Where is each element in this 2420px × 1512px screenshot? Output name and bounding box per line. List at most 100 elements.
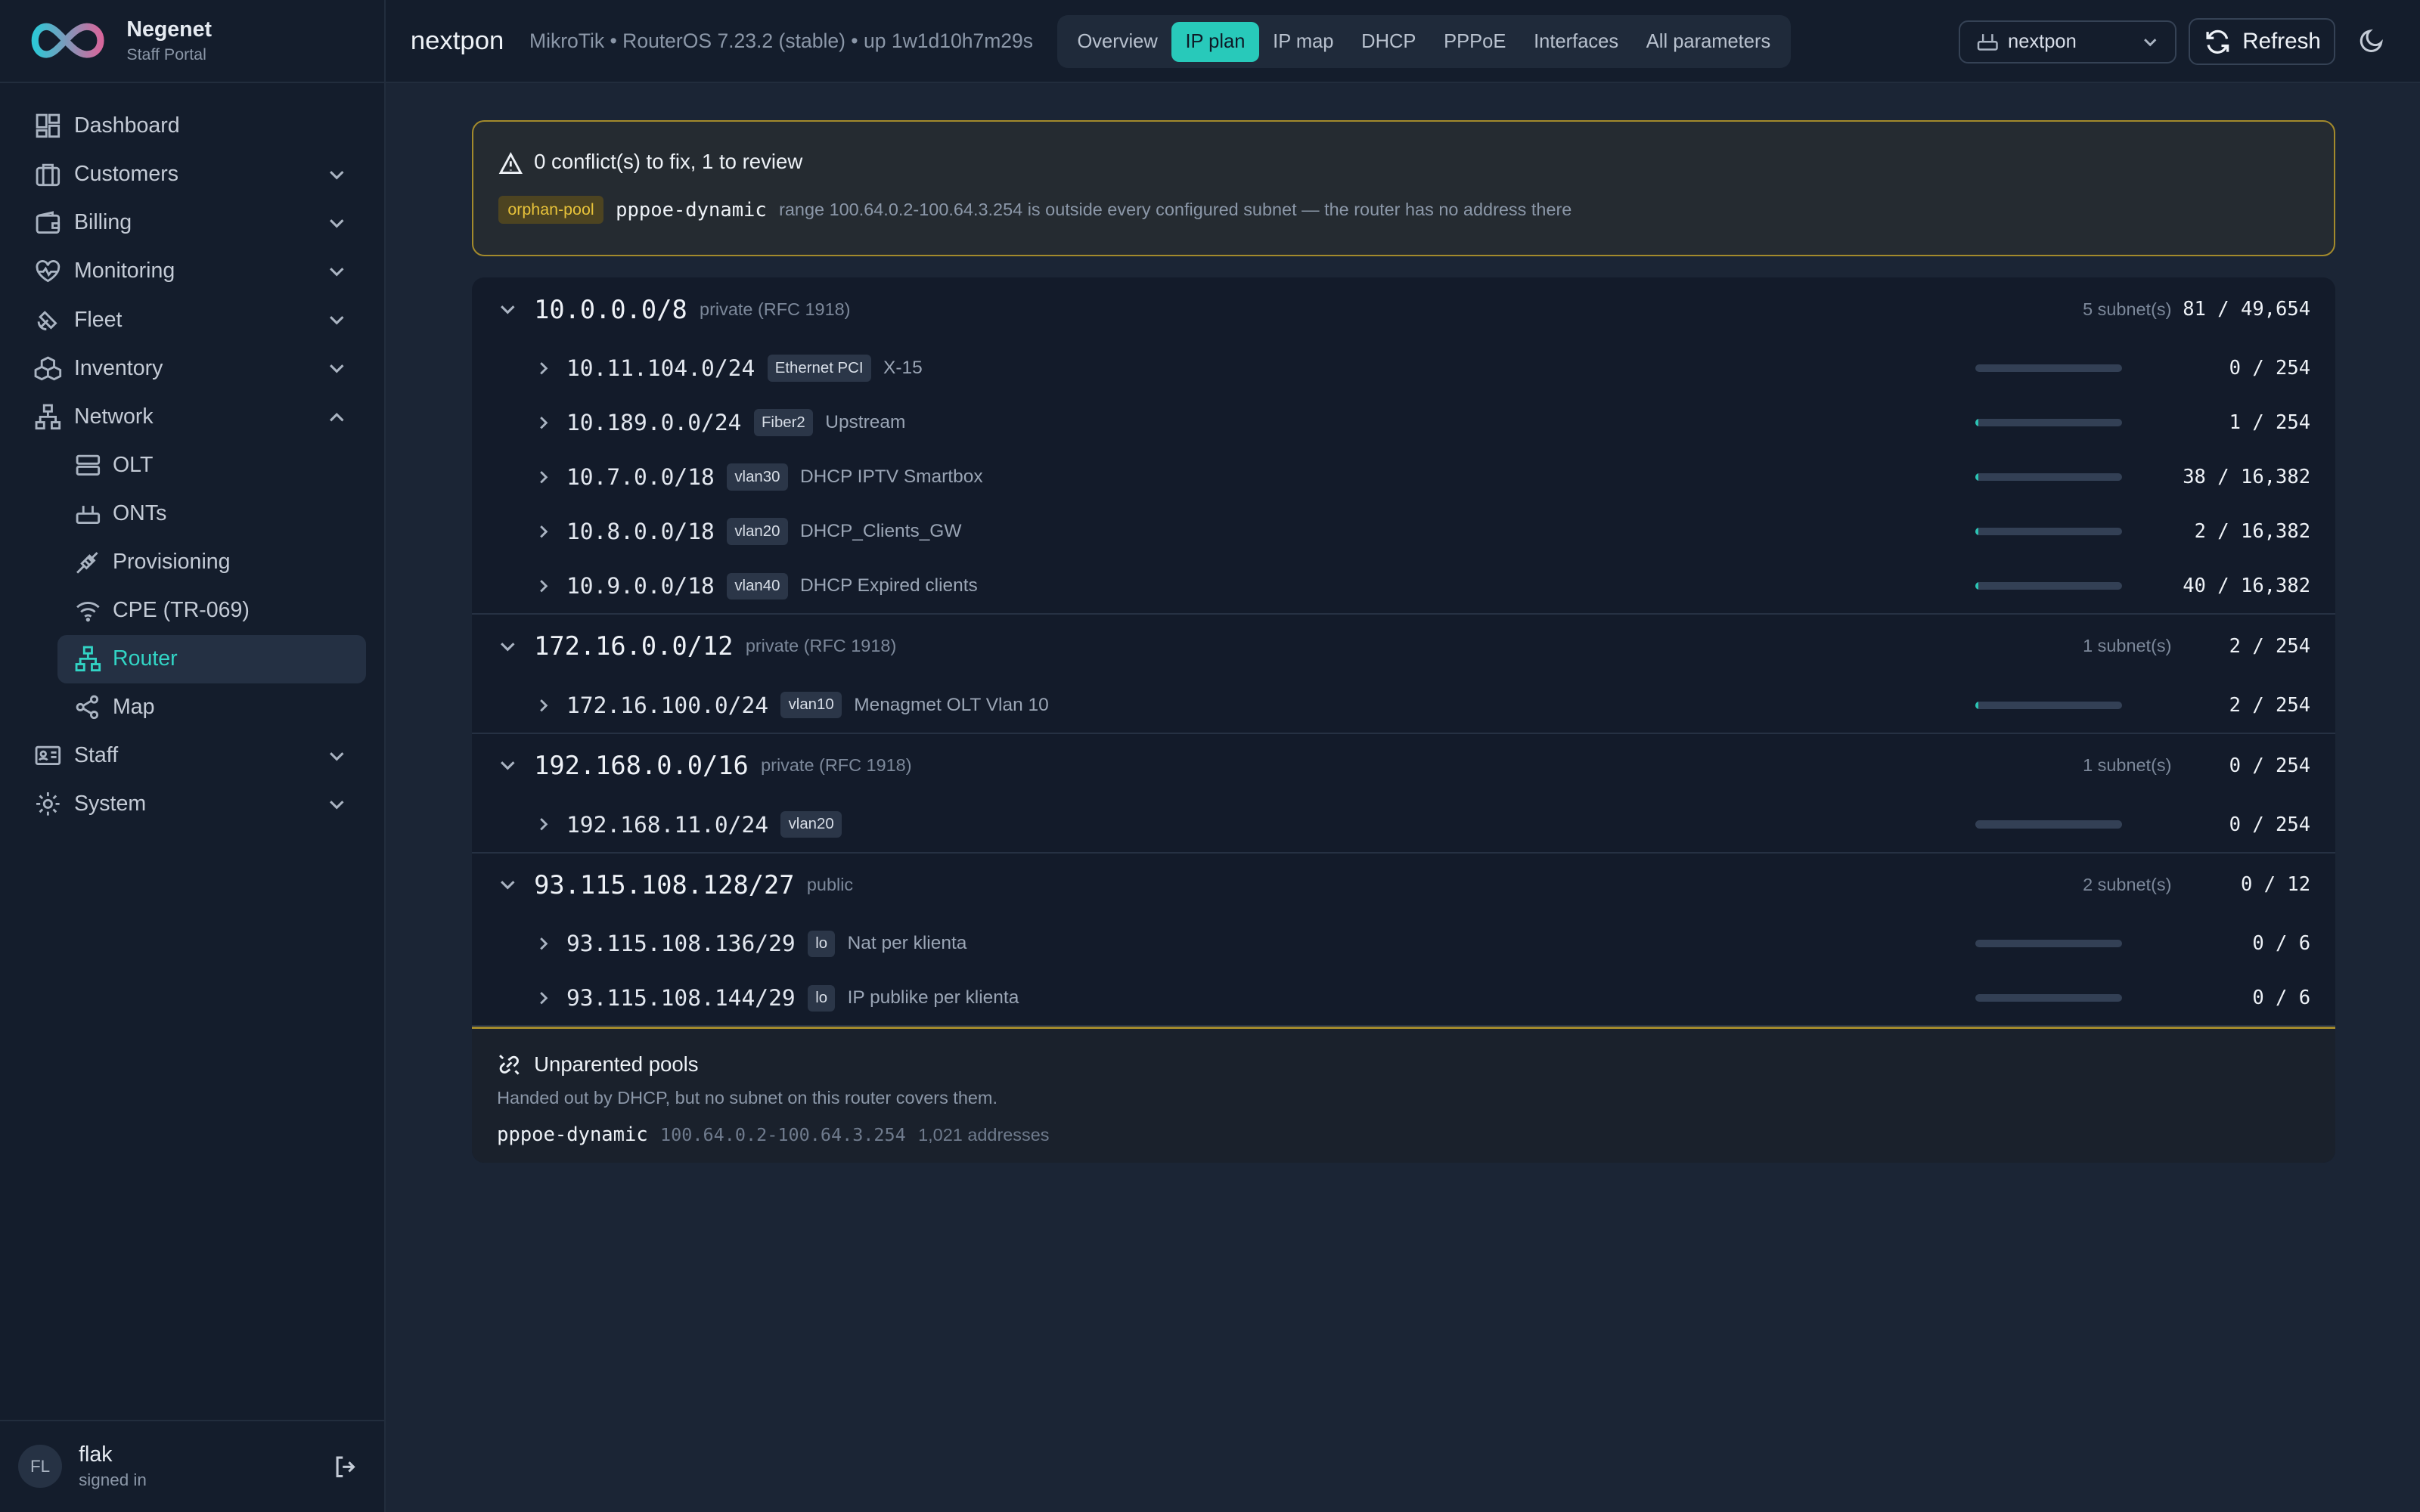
router-select[interactable]: nextpon: [1958, 20, 2176, 64]
subnet-row[interactable]: 10.8.0.0/18 vlan20 DHCP_Clients_GW 2 / 16,3…: [472, 504, 2335, 559]
chevron-down-icon[interactable]: [497, 874, 519, 896]
subnet-row[interactable]: 172.16.100.0/24 vlan10 Menagmet OLT Vlan 1…: [472, 678, 2335, 733]
subnet-name: Upstream: [825, 412, 906, 433]
moon-icon[interactable]: [2358, 26, 2386, 54]
sidebar-item-inventory[interactable]: Inventory: [0, 344, 384, 392]
chevron-down-icon: [329, 171, 344, 180]
id-card-icon: [34, 742, 62, 770]
avatar[interactable]: FL: [18, 1445, 62, 1489]
chevron-right-icon[interactable]: [534, 522, 552, 541]
subnet-cidr: 93.115.108.136/29: [566, 931, 796, 957]
supernet-cidr: 192.168.0.0/16: [534, 751, 749, 781]
subnet-count: 1 subnet(s): [2083, 755, 2172, 776]
sidebar-item-fleet[interactable]: Fleet: [0, 296, 384, 344]
ip-plan-table: 10.0.0.0/8 private (RFC 1918) 5 subnet(s) 8…: [472, 277, 2335, 1163]
chevron-right-icon[interactable]: [534, 989, 552, 1007]
alert-pool-name: pppoe-dynamic: [616, 198, 767, 222]
sidebar-item-staff[interactable]: Staff: [0, 732, 384, 780]
chevron-down-icon: [329, 752, 344, 761]
tab-pppoe[interactable]: PPPoE: [1430, 22, 1520, 62]
wifi-icon: [74, 596, 102, 624]
chevron-right-icon[interactable]: [534, 696, 552, 714]
subnet-row[interactable]: 192.168.11.0/24 vlan20 0 / 254: [472, 798, 2335, 852]
sidebar-item-label: Monitoring: [73, 259, 175, 284]
chevron-right-icon[interactable]: [534, 468, 552, 486]
chevron-right-icon[interactable]: [534, 577, 552, 595]
subnet-name: Nat per klienta: [847, 933, 967, 954]
chevron-right-icon[interactable]: [534, 934, 552, 953]
sidebar-item-onts[interactable]: ONTs: [0, 489, 384, 538]
sidebar-nav: Dashboard Customers Billing Monitoring F…: [0, 83, 384, 829]
subnet-cidr: 10.7.0.0/18: [566, 464, 715, 491]
interface-badge: vlan20: [780, 810, 842, 838]
chevron-down-icon: [329, 219, 344, 228]
sidebar-item-label: System: [73, 792, 147, 816]
sidebar-item-map[interactable]: Map: [0, 683, 384, 732]
tab-ip-map[interactable]: IP map: [1259, 22, 1348, 62]
sidebar-item-customers[interactable]: Customers: [0, 150, 384, 199]
sidebar-item-olt[interactable]: OLT: [0, 441, 384, 489]
chevron-down-icon[interactable]: [497, 754, 519, 776]
briefcase-icon: [34, 160, 62, 188]
subnet-row[interactable]: 10.189.0.0/24 Fiber2 Upstream 1 / 254: [472, 395, 2335, 450]
interface-badge: vlan10: [780, 692, 842, 719]
refresh-label: Refresh: [2242, 29, 2321, 54]
supernet-header[interactable]: 93.115.108.128/27 public 2 subnet(s) 0 / 12: [472, 854, 2335, 917]
tab-ip-plan[interactable]: IP plan: [1171, 21, 1259, 62]
subnet-cidr: 192.168.11.0/24: [566, 811, 769, 838]
supernet-header[interactable]: 10.0.0.0/8 private (RFC 1918) 5 subnet(s) 8…: [472, 277, 2335, 341]
supernet-cidr: 172.16.0.0/12: [534, 631, 734, 662]
dashboard-icon: [34, 112, 62, 140]
subnet-usage: 38 / 16,382: [2183, 466, 2311, 489]
subnet-name: X-15: [883, 358, 923, 378]
subnet-row[interactable]: 93.115.108.136/29 lo Nat per klienta 0 / 6: [472, 916, 2335, 971]
sidebar-item-label: Staff: [73, 743, 119, 768]
subnet-name: DHCP IPTV Smartbox: [799, 466, 983, 488]
alert-title: 0 conflict(s) to fix, 1 to review: [534, 149, 803, 173]
sidebar-item-label: Map: [112, 695, 155, 720]
brand[interactable]: Negenet Staff Portal: [0, 0, 385, 84]
wallet-icon: [34, 209, 62, 237]
network-icon: [74, 645, 102, 673]
sidebar-item-network[interactable]: Network: [0, 392, 384, 441]
sidebar-item-router[interactable]: Router: [57, 634, 366, 683]
subnet-cidr: 10.8.0.0/18: [566, 519, 715, 545]
brand-name: Negenet: [126, 17, 213, 42]
supernet-header[interactable]: 192.168.0.0/16 private (RFC 1918) 1 subnet…: [472, 734, 2335, 798]
tab-overview[interactable]: Overview: [1063, 22, 1171, 62]
sidebar-item-provisioning[interactable]: Provisioning: [0, 538, 384, 586]
sidebar-item-cpe[interactable]: CPE (TR-069): [0, 586, 384, 634]
chevron-down-icon: [2143, 38, 2157, 47]
subnet-row[interactable]: 10.9.0.0/18 vlan40 DHCP Expired clients 40 …: [472, 559, 2335, 613]
subnet-cidr: 93.115.108.144/29: [566, 985, 796, 1012]
chevron-right-icon[interactable]: [534, 815, 552, 833]
chevron-down-icon[interactable]: [497, 636, 519, 658]
sidebar-item-monitoring[interactable]: Monitoring: [0, 247, 384, 296]
tab-all-parameters[interactable]: All parameters: [1632, 22, 1784, 62]
interface-badge: vlan30: [727, 463, 788, 491]
chevron-right-icon[interactable]: [534, 359, 552, 377]
network-icon: [34, 403, 62, 431]
chevron-down-icon[interactable]: [497, 299, 519, 321]
supernet-cidr: 93.115.108.128/27: [534, 869, 795, 900]
sidebar-item-system[interactable]: System: [0, 780, 384, 829]
user-panel: FL flak signed in: [0, 1419, 386, 1512]
sidebar: Negenet Staff Portal Dashboard Customers…: [0, 0, 386, 1512]
router-select-value: nextpon: [2008, 30, 2077, 52]
sidebar-item-label: ONTs: [112, 500, 167, 525]
sidebar-item-label: Network: [73, 404, 154, 429]
subnet-cidr: 10.9.0.0/18: [566, 573, 715, 600]
sidebar-item-dashboard[interactable]: Dashboard: [0, 102, 384, 150]
subnet-row[interactable]: 10.7.0.0/18 vlan30 DHCP IPTV Smartbox 38 / …: [472, 450, 2335, 504]
subnet-row[interactable]: 10.11.104.0/24 Ethernet PCI X-15 0 / 254: [472, 341, 2335, 395]
supernet-header[interactable]: 172.16.0.0/12 private (RFC 1918) 1 subnet(…: [472, 615, 2335, 678]
chevron-right-icon[interactable]: [534, 414, 552, 432]
logout-icon[interactable]: [334, 1455, 358, 1479]
pool-range: 100.64.0.2-100.64.3.254: [660, 1123, 906, 1145]
tab-interfaces[interactable]: Interfaces: [1520, 22, 1633, 62]
tab-dhcp[interactable]: DHCP: [1348, 22, 1430, 62]
top-header: nextpon MikroTik • RouterOS 7.23.2 (stab…: [386, 0, 2420, 84]
sidebar-item-billing[interactable]: Billing: [0, 199, 384, 247]
refresh-button[interactable]: Refresh: [2188, 18, 2335, 65]
subnet-row[interactable]: 93.115.108.144/29 lo IP publike per klient…: [472, 971, 2335, 1025]
